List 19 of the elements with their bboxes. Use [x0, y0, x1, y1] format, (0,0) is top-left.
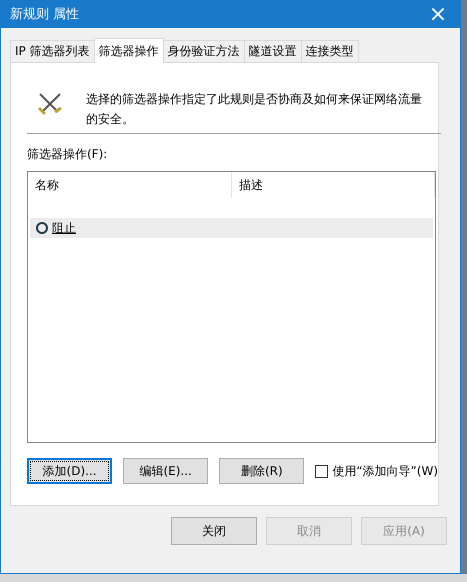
close-button[interactable]: × [416, 0, 460, 28]
tab[interactable]: IP 筛选器列表 [10, 40, 95, 62]
list-label: 筛选器操作(F): [27, 146, 108, 163]
column-header[interactable]: 描述 [232, 172, 435, 198]
window-title: 新规则 属性 [10, 6, 80, 23]
tab[interactable]: 连接类型 [300, 40, 359, 62]
column-header[interactable]: 名称 [28, 172, 232, 198]
action-button[interactable]: 编辑(E)... [123, 458, 208, 484]
checkbox-label: 使用“添加向导”(W) [332, 462, 438, 480]
action-button[interactable]: 添加(D)... [27, 458, 112, 484]
description-text: 选择的筛选器操作指定了此规则是否协商及如何来保证网络流量的安全。 [86, 91, 423, 128]
checkbox[interactable] [315, 464, 328, 478]
dialog-button[interactable]: 关闭 [171, 517, 257, 545]
radio-button[interactable] [36, 222, 48, 234]
action-button[interactable]: 删除(R) [219, 458, 304, 484]
list-row[interactable]: 阻止 [30, 218, 433, 238]
row-name: 阻止 [52, 220, 76, 236]
tab[interactable]: 筛选器操作 [94, 38, 164, 63]
crossed-swords-icon [36, 91, 64, 117]
